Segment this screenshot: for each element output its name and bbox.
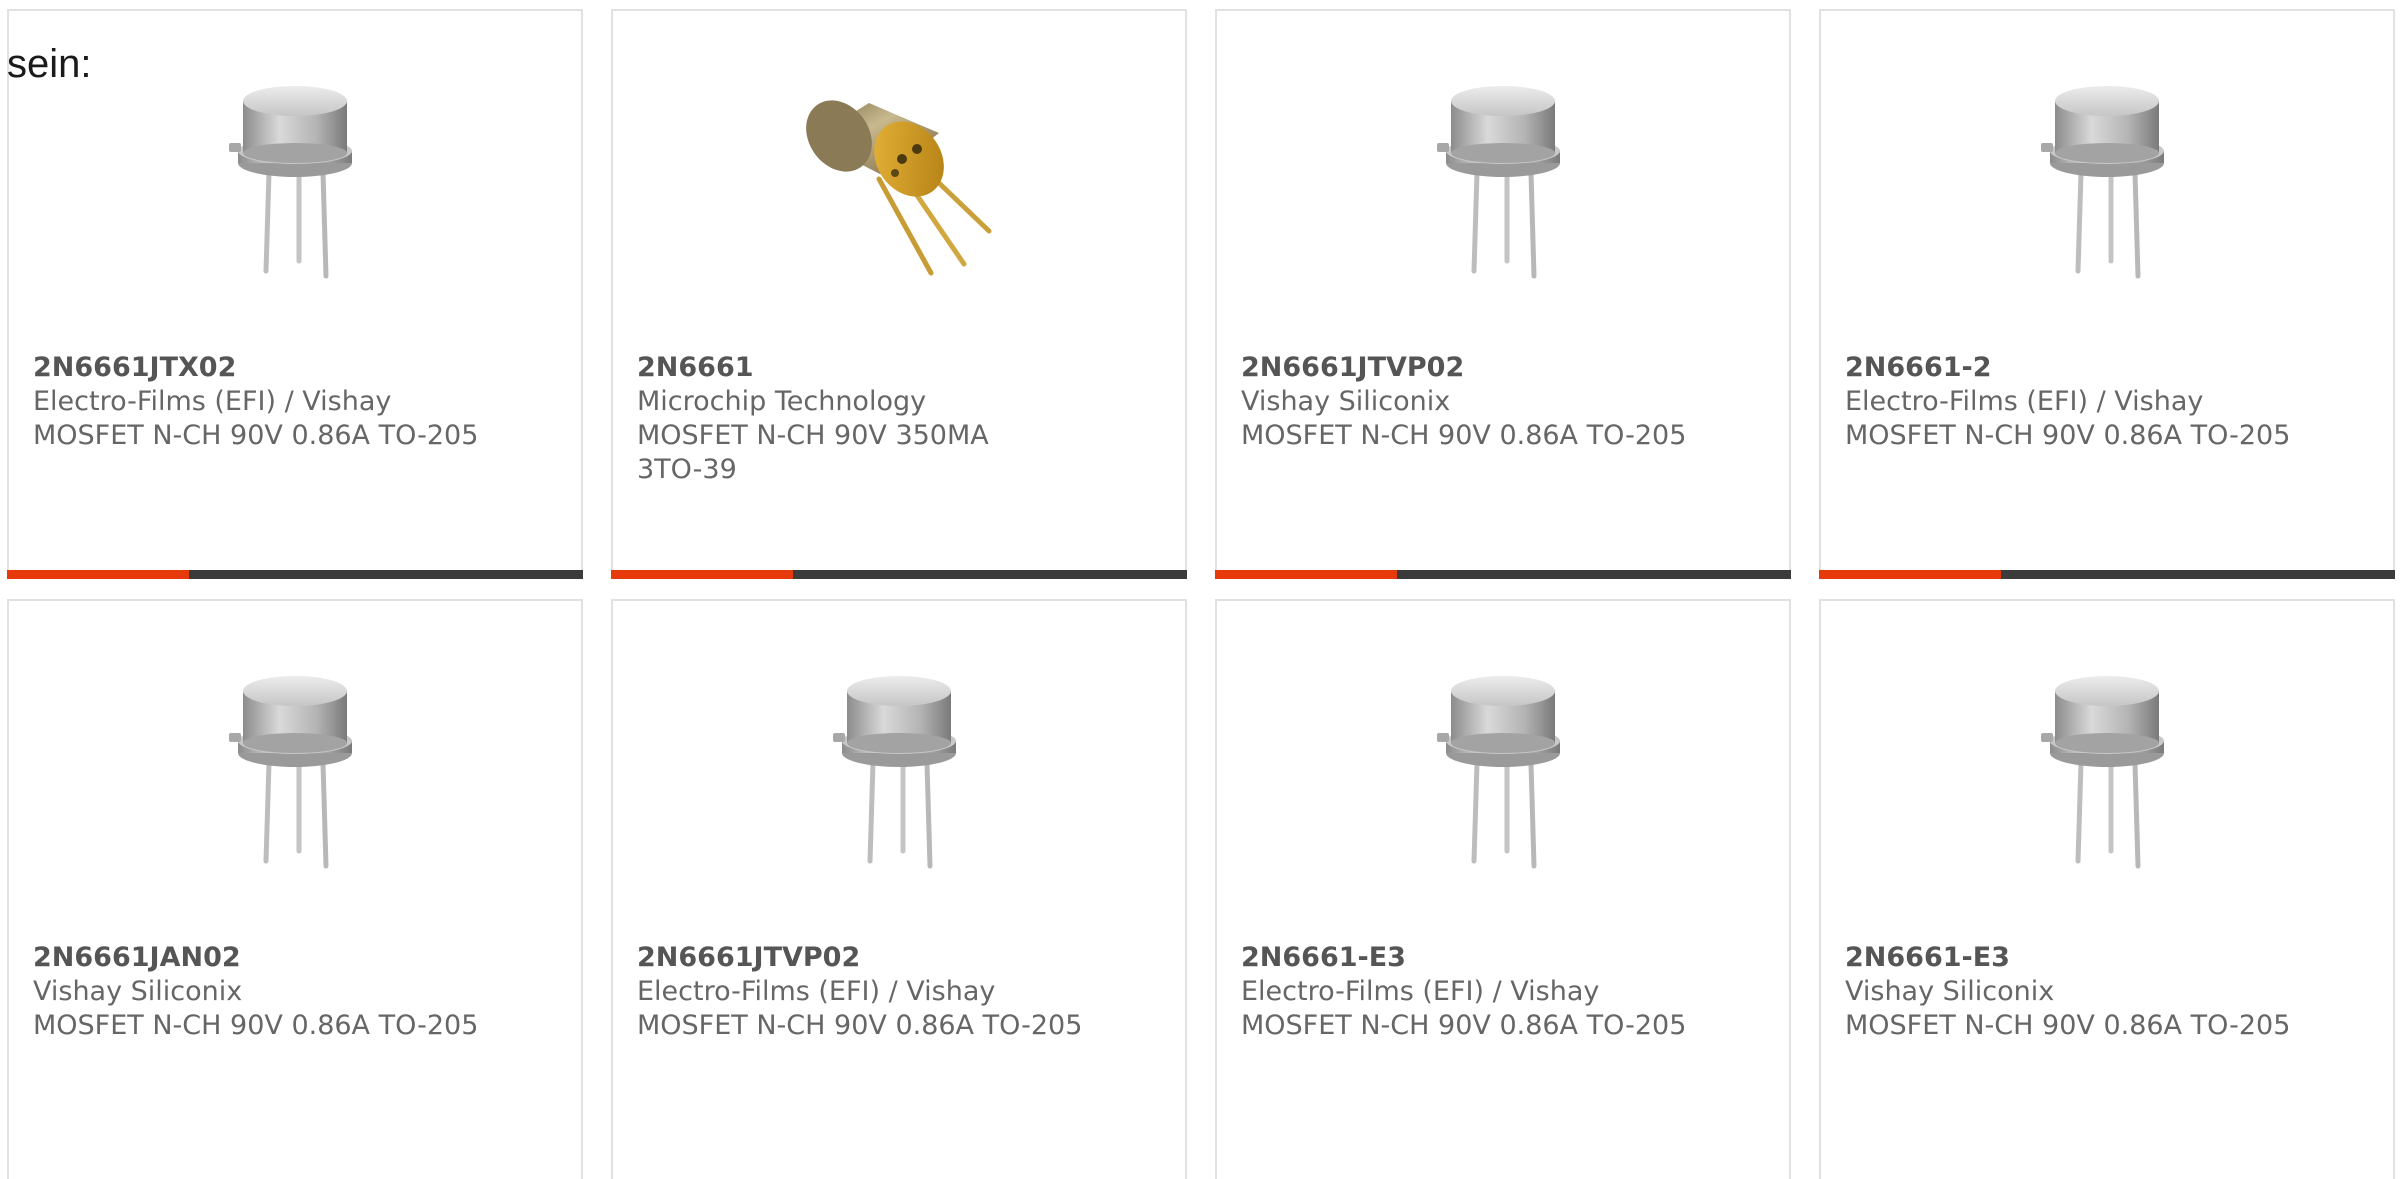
product-card[interactable]: 2N6661JTVP02 Electro-Films (EFI) / Visha…: [611, 599, 1187, 1179]
to205-transistor-icon: [195, 671, 395, 871]
part-number[interactable]: 2N6661JTVP02: [637, 941, 1107, 975]
product-card[interactable]: 2N6661JAN02 Vishay Siliconix MOSFET N-CH…: [7, 599, 583, 1179]
manufacturer: Electro-Films (EFI) / Vishay: [637, 976, 996, 1007]
card-footer-bar: [1215, 570, 1791, 579]
description: MOSFET N-CH 90V 0.86A TO-205: [1241, 420, 1687, 451]
product-card[interactable]: 2N6661JTVP02 Vishay Siliconix MOSFET N-C…: [1215, 9, 1791, 579]
product-info: 2N6661-E3 Electro-Films (EFI) / Vishay M…: [1241, 941, 1711, 1043]
part-number[interactable]: 2N6661-E3: [1845, 941, 2315, 975]
to205-transistor-icon: [2007, 671, 2207, 871]
manufacturer: Vishay Siliconix: [1241, 386, 1451, 417]
description: MOSFET N-CH 90V 0.86A TO-205: [33, 420, 479, 451]
manufacturer: Electro-Films (EFI) / Vishay: [33, 386, 392, 417]
description: MOSFET N-CH 90V 0.86A TO-205: [1241, 1010, 1687, 1041]
card-footer-accent: [1819, 570, 2001, 579]
part-number[interactable]: 2N6661JAN02: [33, 941, 503, 975]
card-footer-bar: [7, 570, 583, 579]
product-info: 2N6661-E3 Vishay Siliconix MOSFET N-CH 9…: [1845, 941, 2315, 1043]
manufacturer: Vishay Siliconix: [1845, 976, 2055, 1007]
product-info: 2N6661 Microchip Technology MOSFET N-CH …: [637, 351, 1057, 487]
product-info: 2N6661JTX02 Electro-Films (EFI) / Vishay…: [33, 351, 503, 453]
manufacturer: Vishay Siliconix: [33, 976, 243, 1007]
part-number[interactable]: 2N6661JTX02: [33, 351, 503, 385]
description: MOSFET N-CH 90V 0.86A TO-205: [1845, 1010, 2291, 1041]
card-footer-accent: [611, 570, 793, 579]
card-footer-bar: [611, 570, 1187, 579]
intro-text: sein:: [7, 42, 92, 86]
part-number[interactable]: 2N6661: [637, 351, 1057, 385]
product-info: 2N6661-2 Electro-Films (EFI) / Vishay MO…: [1845, 351, 2315, 453]
to205-transistor-icon: [2007, 81, 2207, 281]
manufacturer: Electro-Films (EFI) / Vishay: [1241, 976, 1600, 1007]
card-footer-accent: [7, 570, 189, 579]
to205-transistor-icon: [799, 671, 999, 871]
manufacturer: Microchip Technology: [637, 386, 927, 417]
card-footer-bar: [1819, 570, 2395, 579]
product-card[interactable]: 2N6661JTX02 Electro-Films (EFI) / Vishay…: [7, 9, 583, 579]
product-info: 2N6661JTVP02 Electro-Films (EFI) / Visha…: [637, 941, 1107, 1043]
part-number[interactable]: 2N6661-2: [1845, 351, 2315, 385]
to205-transistor-icon: [1403, 671, 1603, 871]
product-info: 2N6661JAN02 Vishay Siliconix MOSFET N-CH…: [33, 941, 503, 1043]
product-card[interactable]: 2N6661-E3 Vishay Siliconix MOSFET N-CH 9…: [1819, 599, 2395, 1179]
manufacturer: Electro-Films (EFI) / Vishay: [1845, 386, 2204, 417]
to205-transistor-icon: [195, 81, 395, 281]
part-number[interactable]: 2N6661-E3: [1241, 941, 1711, 975]
description: MOSFET N-CH 90V 350MA 3TO-39: [637, 420, 989, 485]
description: MOSFET N-CH 90V 0.86A TO-205: [33, 1010, 479, 1041]
description: MOSFET N-CH 90V 0.86A TO-205: [1845, 420, 2291, 451]
product-info: 2N6661JTVP02 Vishay Siliconix MOSFET N-C…: [1241, 351, 1711, 453]
product-card[interactable]: 2N6661 Microchip Technology MOSFET N-CH …: [611, 9, 1187, 579]
product-card[interactable]: 2N6661-E3 Electro-Films (EFI) / Vishay M…: [1215, 599, 1791, 1179]
product-card[interactable]: 2N6661-2 Electro-Films (EFI) / Vishay MO…: [1819, 9, 2395, 579]
card-footer-accent: [1215, 570, 1397, 579]
to205-transistor-icon: [1403, 81, 1603, 281]
part-number[interactable]: 2N6661JTVP02: [1241, 351, 1711, 385]
description: MOSFET N-CH 90V 0.86A TO-205: [637, 1010, 1083, 1041]
to39-gold-transistor-icon: [799, 81, 999, 281]
